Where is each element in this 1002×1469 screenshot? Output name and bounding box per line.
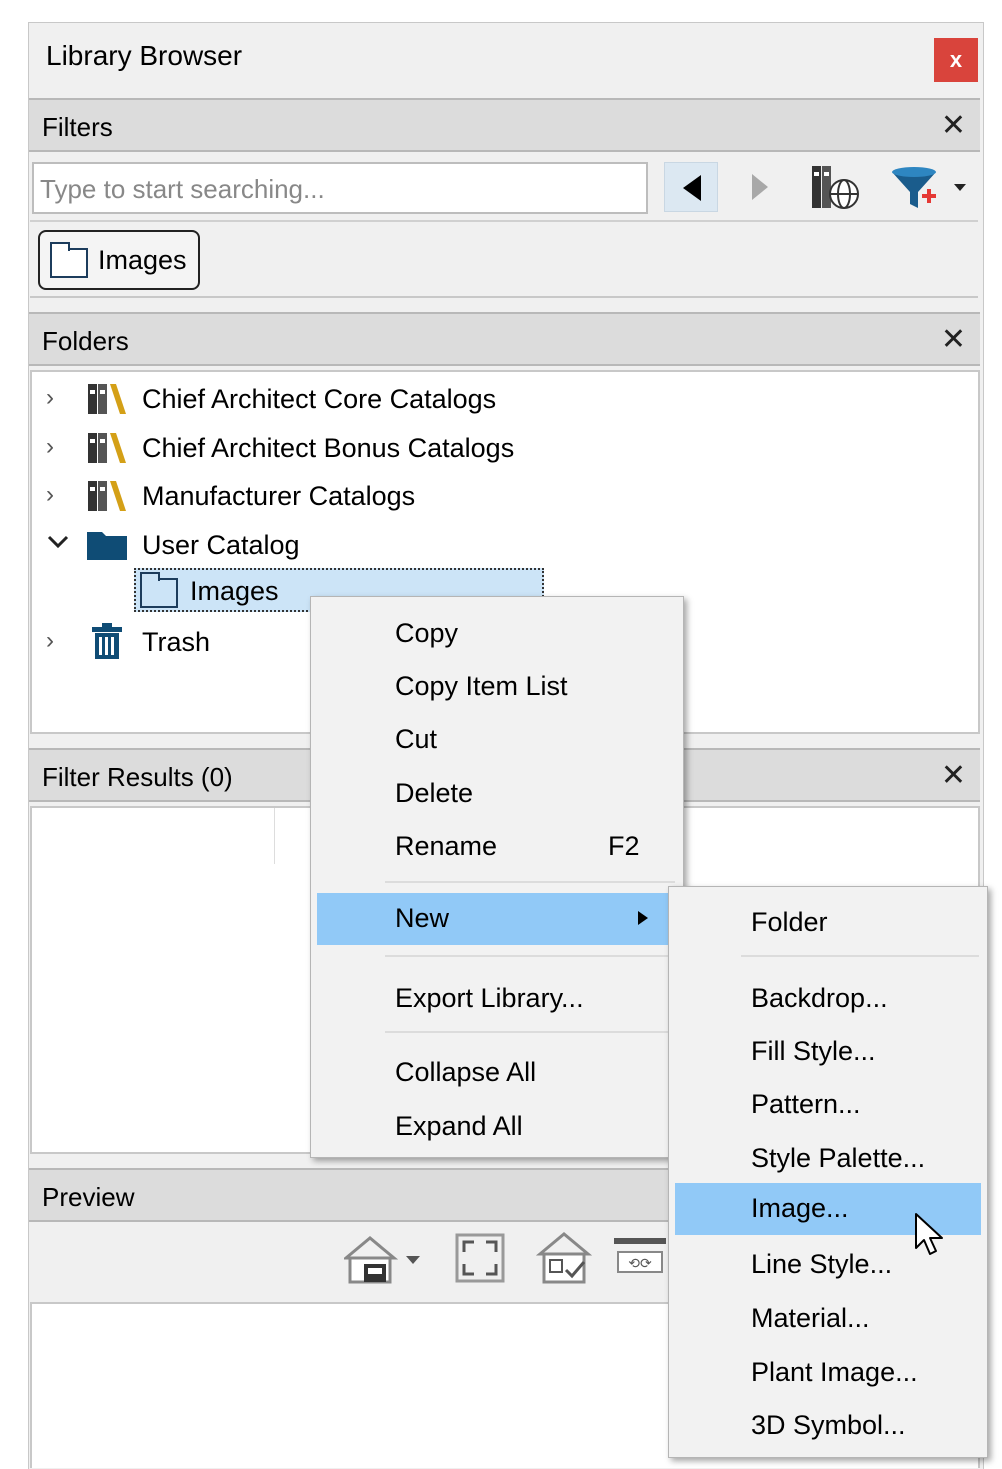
folders-close-icon[interactable]: ✕ xyxy=(941,322,966,357)
menu-item-rename[interactable]: Rename F2 xyxy=(311,821,683,871)
submenu-item-style-palette[interactable]: Style Palette... xyxy=(669,1133,987,1183)
library-globe-icon xyxy=(812,166,859,209)
tree-item-label: Manufacturer Catalogs xyxy=(142,481,416,511)
submenu-item-pattern[interactable]: Pattern... xyxy=(669,1079,987,1129)
submenu-item-3d-symbol[interactable]: 3D Symbol... xyxy=(669,1400,987,1450)
tree-item-core-catalogs[interactable]: › Chief Architect Core Catalogs xyxy=(46,378,566,422)
home-view-icon[interactable] xyxy=(344,1232,424,1288)
context-menu: Copy Copy Item List Cut Delete Rename F2… xyxy=(310,596,684,1158)
submenu-item-plant-image[interactable]: Plant Image... xyxy=(669,1347,987,1397)
reload-view-icon[interactable]: ⟲⟳ xyxy=(612,1236,668,1276)
tree-item-label: User Catalog xyxy=(142,530,300,560)
filter-add-icon xyxy=(892,167,966,208)
tree-item-trash[interactable]: › Trash xyxy=(46,621,306,665)
menu-item-copy-item-list[interactable]: Copy Item List xyxy=(311,661,683,711)
tree-item-label: Trash xyxy=(142,627,211,657)
tree-item-user-catalog[interactable]: User Catalog xyxy=(46,524,566,568)
filter-results-title: Filter Results (0) xyxy=(42,762,233,792)
mouse-cursor-icon xyxy=(915,1213,943,1255)
expand-arrow-icon[interactable]: › xyxy=(46,627,54,655)
submenu-item-fill-style[interactable]: Fill Style... xyxy=(669,1026,987,1076)
fit-view-icon[interactable] xyxy=(454,1232,506,1284)
tree-item-label: Chief Architect Bonus Catalogs xyxy=(142,433,515,463)
submenu-item-folder[interactable]: Folder xyxy=(669,897,987,947)
folder-icon xyxy=(50,242,88,278)
shortcut-label: F2 xyxy=(608,831,640,861)
folders-title: Folders xyxy=(42,326,129,356)
add-filter-button[interactable] xyxy=(888,160,974,216)
menu-item-copy[interactable]: Copy xyxy=(311,608,683,658)
menu-separator xyxy=(385,955,675,957)
forward-button[interactable] xyxy=(736,162,786,212)
menu-item-export-library[interactable]: Export Library... xyxy=(311,973,683,1023)
trash-icon xyxy=(92,623,122,659)
menu-item-delete[interactable]: Delete xyxy=(311,768,683,818)
submenu-item-material[interactable]: Material... xyxy=(669,1293,987,1343)
menu-separator xyxy=(385,881,675,883)
building-check-icon[interactable] xyxy=(536,1230,592,1286)
expand-arrow-icon[interactable]: › xyxy=(46,433,54,461)
images-filter-chip[interactable]: Images xyxy=(38,230,200,290)
tree-item-label: Images xyxy=(190,576,279,606)
chip-label: Images xyxy=(98,245,187,275)
expand-arrow-icon[interactable]: › xyxy=(46,384,54,412)
library-books-icon xyxy=(88,433,126,463)
menu-item-collapse-all[interactable]: Collapse All xyxy=(311,1047,683,1097)
preview-title: Preview xyxy=(42,1182,135,1212)
filter-results-close-icon[interactable]: ✕ xyxy=(941,758,966,793)
tree-item-bonus-catalogs[interactable]: › Chief Architect Bonus Catalogs xyxy=(46,427,566,471)
filters-close-icon[interactable]: ✕ xyxy=(941,108,966,143)
folders-header: Folders ✕ xyxy=(29,312,980,366)
collapse-arrow-icon[interactable] xyxy=(46,532,70,552)
menu-separator xyxy=(385,1031,675,1033)
tree-item-manufacturer-catalogs[interactable]: › Manufacturer Catalogs xyxy=(46,475,566,519)
library-books-icon xyxy=(88,384,126,414)
submenu-item-backdrop[interactable]: Backdrop... xyxy=(669,973,987,1023)
folder-filled-icon xyxy=(87,532,127,560)
filters-title: Filters xyxy=(42,112,113,142)
back-button[interactable] xyxy=(664,162,718,212)
svg-text:⟲⟳: ⟲⟳ xyxy=(628,1256,652,1272)
menu-item-new[interactable]: New xyxy=(317,893,677,945)
column-divider xyxy=(274,808,275,864)
menu-separator xyxy=(741,955,979,957)
new-submenu: Folder Backdrop... Fill Style... Pattern… xyxy=(668,886,988,1458)
forward-arrow-icon xyxy=(752,174,768,200)
window-close-button[interactable]: x xyxy=(934,38,978,82)
tree-item-label: Chief Architect Core Catalogs xyxy=(142,384,497,414)
menu-item-expand-all[interactable]: Expand All xyxy=(311,1101,683,1151)
folder-icon xyxy=(140,572,178,608)
search-input[interactable]: Type to start searching... xyxy=(32,162,648,214)
library-books-icon xyxy=(88,481,126,511)
submenu-arrow-icon xyxy=(638,911,648,925)
window-title: Library Browser xyxy=(46,40,243,71)
back-arrow-icon xyxy=(683,175,701,201)
library-search-button[interactable] xyxy=(808,160,864,216)
filters-header: Filters ✕ xyxy=(29,98,980,152)
expand-arrow-icon[interactable]: › xyxy=(46,481,54,509)
menu-item-cut[interactable]: Cut xyxy=(311,714,683,764)
